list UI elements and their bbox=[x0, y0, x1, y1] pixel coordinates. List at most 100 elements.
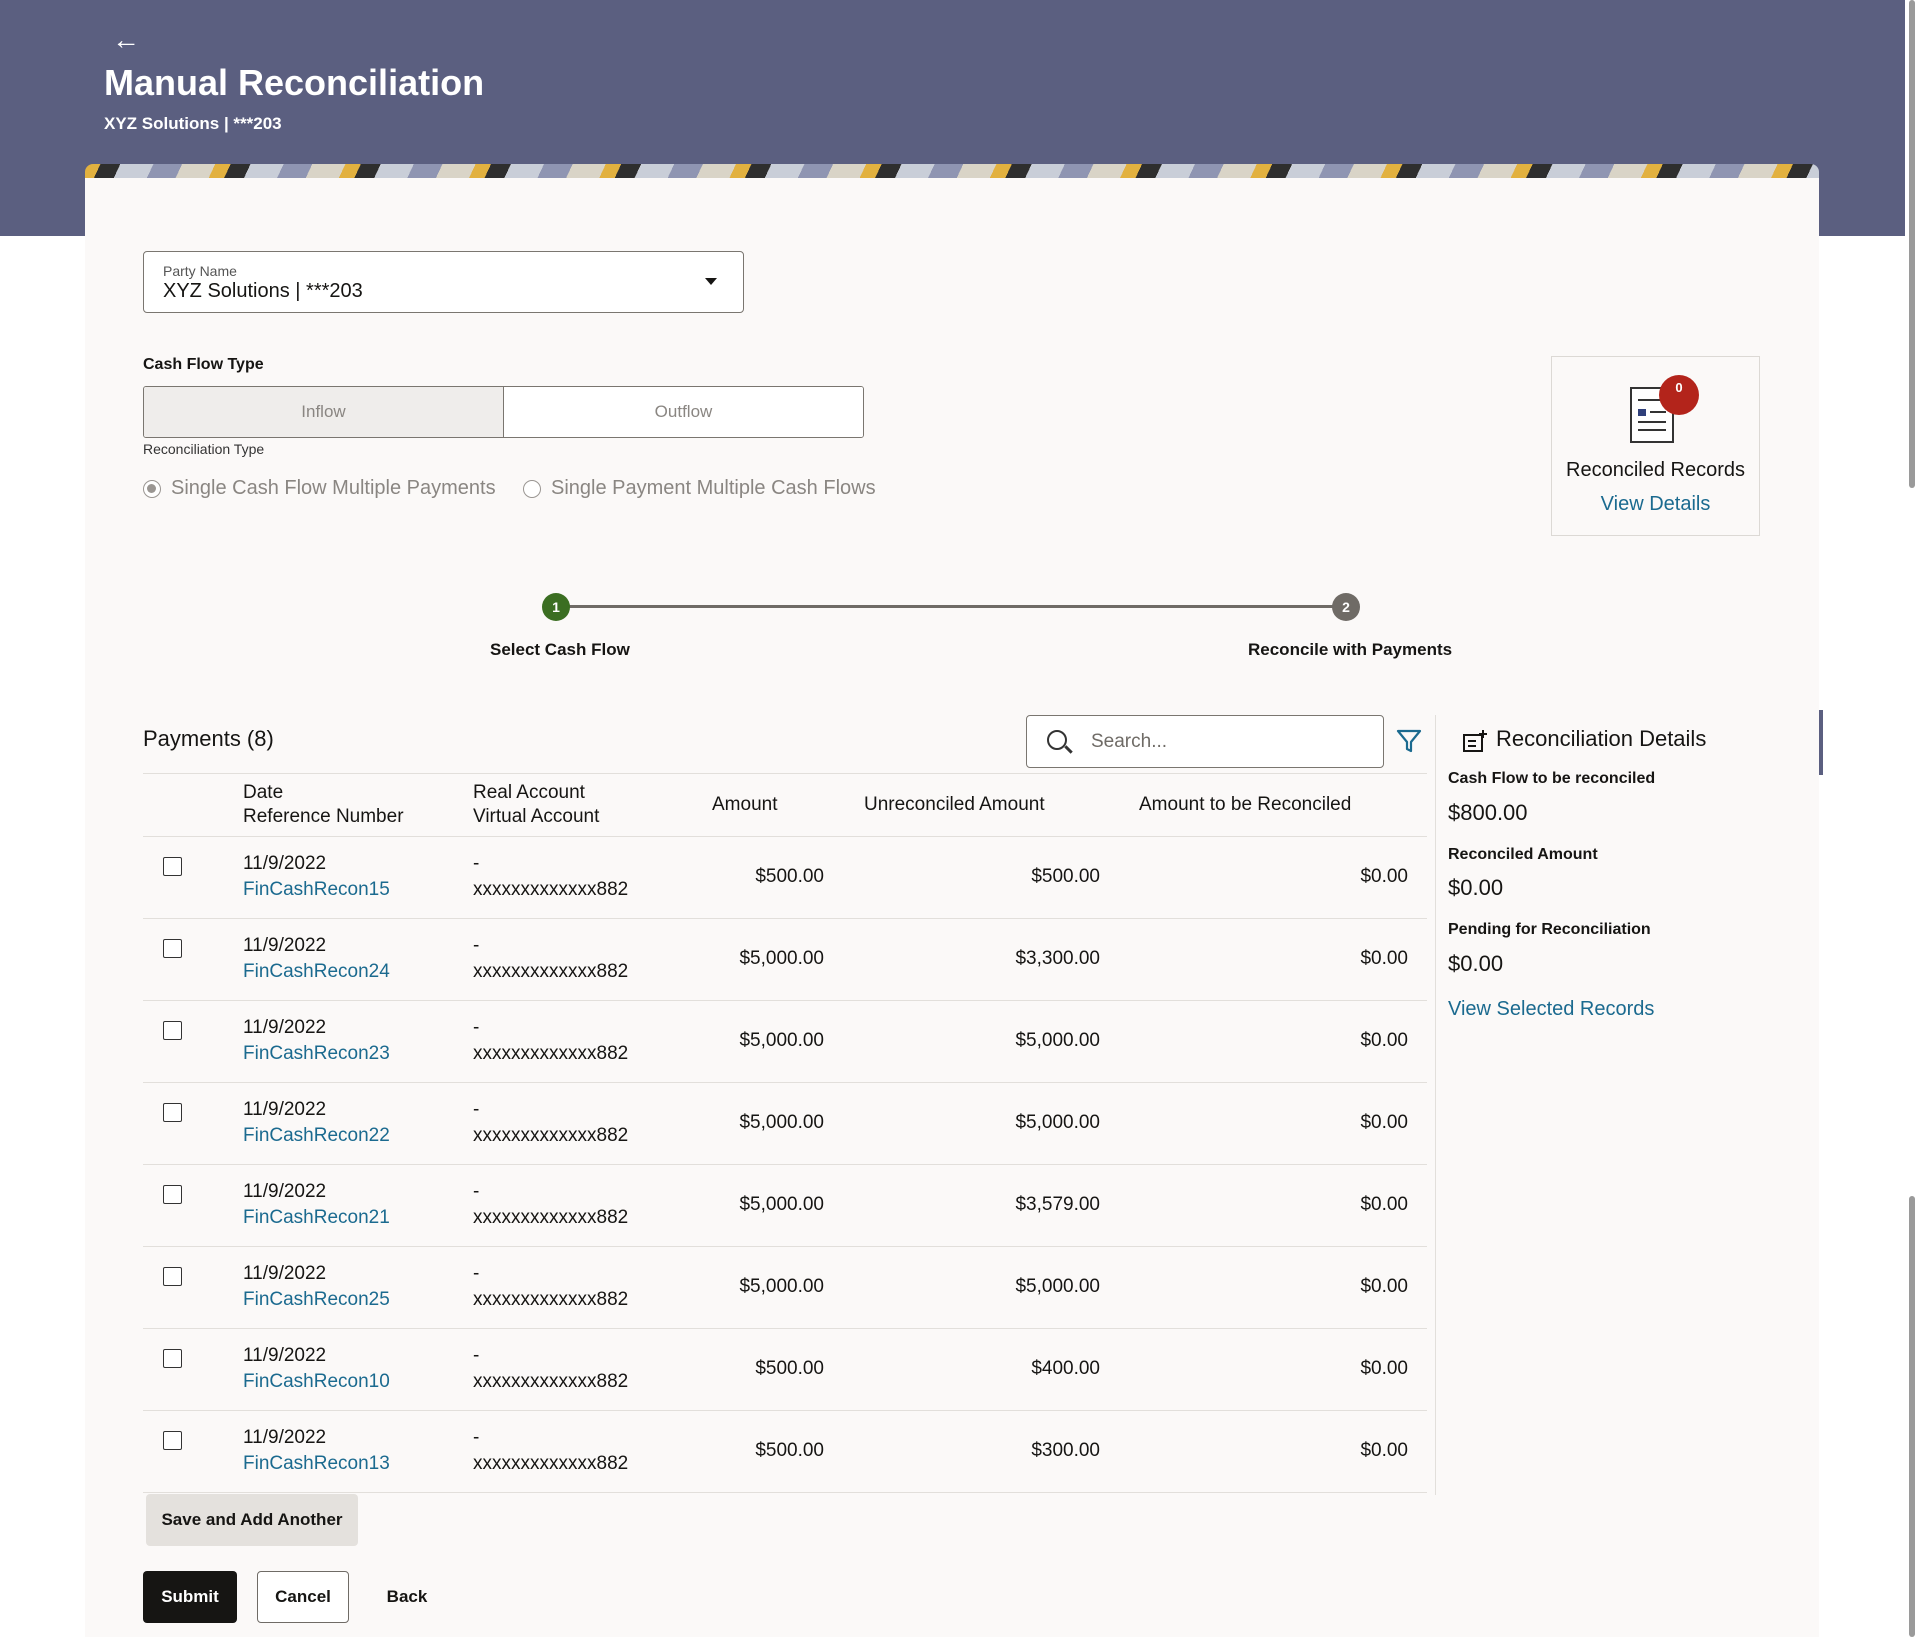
row-checkbox[interactable] bbox=[163, 1103, 182, 1122]
table-row: 11/9/2022 FinCashRecon23 - xxxxxxxxxxxxx… bbox=[143, 1001, 1427, 1083]
row-amount: $500.00 bbox=[755, 866, 824, 887]
reconciliation-type-label: Reconciliation Type bbox=[143, 441, 265, 457]
row-date: 11/9/2022 bbox=[243, 1263, 327, 1284]
toggle-outflow[interactable]: Outflow bbox=[504, 387, 863, 437]
reconciled-records-title: Reconciled Records bbox=[1566, 459, 1745, 481]
row-virtual-account: xxxxxxxxxxxxx882 bbox=[473, 1125, 629, 1146]
stepper-line bbox=[556, 605, 1346, 608]
row-reference-link[interactable]: FinCashRecon15 bbox=[243, 879, 390, 901]
row-checkbox[interactable] bbox=[163, 1021, 182, 1040]
row-real-account: - bbox=[473, 1181, 480, 1202]
row-reference-link[interactable]: FinCashRecon25 bbox=[243, 1289, 390, 1311]
row-checkbox[interactable] bbox=[163, 1431, 182, 1450]
row-checkbox[interactable] bbox=[163, 939, 182, 958]
row-to-reconcile: $0.00 bbox=[1360, 1194, 1408, 1215]
row-date: 11/9/2022 bbox=[243, 1099, 327, 1120]
row-reference-link[interactable]: FinCashRecon13 bbox=[243, 1453, 390, 1475]
card-edge-marker bbox=[1819, 710, 1823, 775]
table-row: 11/9/2022 FinCashRecon10 - xxxxxxxxxxxxx… bbox=[143, 1329, 1427, 1411]
reconciled-amount-value: $0.00 bbox=[1448, 875, 1504, 900]
payments-table: Date Reference Number Real Account Virtu… bbox=[143, 773, 1427, 1493]
row-unreconciled: $5,000.00 bbox=[1015, 1112, 1100, 1133]
table-row: 11/9/2022 FinCashRecon13 - xxxxxxxxxxxxx… bbox=[143, 1411, 1427, 1493]
step-1-label: Select Cash Flow bbox=[490, 640, 630, 659]
row-to-reconcile: $0.00 bbox=[1360, 1440, 1408, 1461]
row-unreconciled: $5,000.00 bbox=[1015, 1276, 1100, 1297]
row-amount: $5,000.00 bbox=[739, 1194, 824, 1215]
search-placeholder: Search... bbox=[1091, 731, 1168, 752]
row-to-reconcile: $0.00 bbox=[1360, 866, 1408, 887]
radio-unchecked-icon bbox=[523, 479, 541, 498]
scrollbar-thumb[interactable] bbox=[1909, 0, 1915, 488]
row-real-account: - bbox=[473, 853, 480, 874]
table-header: Date Reference Number Real Account Virtu… bbox=[143, 773, 1427, 837]
row-to-reconcile: $0.00 bbox=[1360, 1030, 1408, 1051]
party-name-select[interactable]: Party Name XYZ Solutions | ***203 bbox=[143, 251, 744, 313]
row-reference-link[interactable]: FinCashRecon23 bbox=[243, 1043, 390, 1065]
row-unreconciled: $500.00 bbox=[1031, 866, 1100, 887]
arrow-left-icon[interactable]: ← bbox=[112, 26, 140, 54]
radio-single-payment[interactable]: Single Payment Multiple Cash Flows bbox=[523, 477, 876, 500]
row-reference-link[interactable]: FinCashRecon22 bbox=[243, 1125, 390, 1147]
row-to-reconcile: $0.00 bbox=[1360, 948, 1408, 969]
row-amount: $5,000.00 bbox=[739, 1276, 824, 1297]
row-date: 11/9/2022 bbox=[243, 1181, 327, 1202]
payments-title: Payments (8) bbox=[143, 726, 274, 751]
row-unreconciled: $3,579.00 bbox=[1015, 1194, 1100, 1215]
row-reference-link[interactable]: FinCashRecon21 bbox=[243, 1207, 390, 1229]
step-2-indicator: 2 bbox=[1332, 593, 1360, 621]
row-virtual-account: xxxxxxxxxxxxx882 bbox=[473, 1371, 629, 1392]
row-date: 11/9/2022 bbox=[243, 1345, 327, 1366]
col-date: Date bbox=[243, 782, 284, 803]
toggle-inflow[interactable]: Inflow bbox=[144, 387, 504, 437]
cancel-button[interactable]: Cancel bbox=[257, 1571, 349, 1623]
row-real-account: - bbox=[473, 935, 480, 956]
search-icon bbox=[1047, 730, 1067, 750]
row-real-account: - bbox=[473, 1017, 480, 1038]
row-amount: $500.00 bbox=[755, 1440, 824, 1461]
view-selected-records-link[interactable]: View Selected Records bbox=[1448, 998, 1654, 1021]
radio-label: Single Cash Flow Multiple Payments bbox=[171, 477, 496, 499]
save-and-add-another-button[interactable]: Save and Add Another bbox=[146, 1494, 358, 1546]
row-checkbox[interactable] bbox=[163, 1267, 182, 1286]
details-divider bbox=[1435, 715, 1436, 1495]
table-row: 11/9/2022 FinCashRecon24 - xxxxxxxxxxxxx… bbox=[143, 919, 1427, 1001]
row-checkbox[interactable] bbox=[163, 1185, 182, 1204]
row-reference-link[interactable]: FinCashRecon24 bbox=[243, 961, 390, 983]
row-amount: $500.00 bbox=[755, 1358, 824, 1379]
table-row: 11/9/2022 FinCashRecon22 - xxxxxxxxxxxxx… bbox=[143, 1083, 1427, 1165]
row-amount: $5,000.00 bbox=[739, 1112, 824, 1133]
view-details-link[interactable]: View Details bbox=[1552, 493, 1759, 516]
reconciliation-details-title: Reconciliation Details bbox=[1496, 726, 1707, 751]
back-button[interactable]: Back bbox=[369, 1571, 445, 1623]
table-body: 11/9/2022 FinCashRecon15 - xxxxxxxxxxxxx… bbox=[143, 837, 1427, 1493]
col-to-be-reconciled: Amount to be Reconciled bbox=[1139, 794, 1352, 815]
row-checkbox[interactable] bbox=[163, 1349, 182, 1368]
radio-label: Single Payment Multiple Cash Flows bbox=[551, 477, 876, 499]
row-checkbox[interactable] bbox=[163, 857, 182, 876]
row-real-account: - bbox=[473, 1345, 480, 1366]
step-2-label: Reconcile with Payments bbox=[1248, 640, 1453, 659]
row-date: 11/9/2022 bbox=[243, 1427, 327, 1448]
col-real-account: Real Account bbox=[473, 782, 585, 803]
col-amount: Amount bbox=[712, 794, 778, 815]
reconciled-records-card: 0 Reconciled Records View Details bbox=[1551, 356, 1760, 536]
row-virtual-account: xxxxxxxxxxxxx882 bbox=[473, 879, 629, 900]
row-virtual-account: xxxxxxxxxxxxx882 bbox=[473, 1043, 629, 1064]
page-subtitle: XYZ Solutions | ***203 bbox=[104, 114, 282, 133]
search-input[interactable]: Search... bbox=[1026, 715, 1384, 768]
reconciled-amount-label: Reconciled Amount bbox=[1448, 846, 1598, 863]
row-date: 11/9/2022 bbox=[243, 935, 327, 956]
chevron-down-icon bbox=[705, 278, 717, 285]
radio-single-cash-flow[interactable]: Single Cash Flow Multiple Payments bbox=[143, 477, 496, 500]
row-reference-link[interactable]: FinCashRecon10 bbox=[243, 1371, 390, 1393]
radio-checked-icon bbox=[143, 479, 161, 498]
cash-flow-type-label: Cash Flow Type bbox=[143, 356, 264, 373]
col-virtual-account: Virtual Account bbox=[473, 806, 600, 827]
party-name-label: Party Name bbox=[163, 263, 237, 279]
scrollbar-thumb-secondary[interactable] bbox=[1909, 1196, 1915, 1637]
submit-button[interactable]: Submit bbox=[143, 1571, 237, 1623]
col-reference: Reference Number bbox=[243, 806, 404, 827]
row-virtual-account: xxxxxxxxxxxxx882 bbox=[473, 961, 629, 982]
filter-icon[interactable] bbox=[1396, 728, 1422, 754]
